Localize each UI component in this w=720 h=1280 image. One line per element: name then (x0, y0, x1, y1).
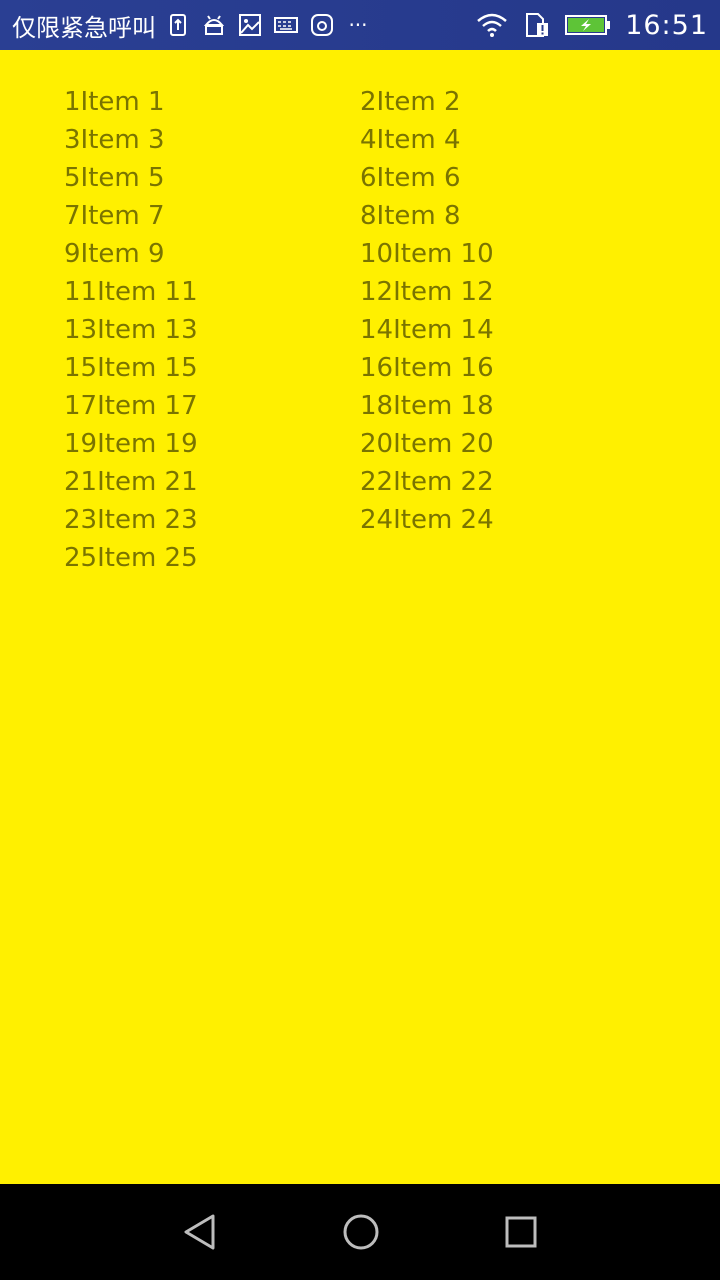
app-icon (310, 13, 334, 37)
carrier-label: 仅限紧急呼叫 (12, 13, 156, 42)
list-item[interactable]: 18Item 18 (360, 389, 656, 427)
sim-alert-icon (523, 13, 551, 37)
clock: 16:51 (625, 9, 708, 41)
list-item[interactable]: 24Item 24 (360, 503, 656, 541)
list-item[interactable]: 5Item 5 (64, 161, 360, 199)
navigation-bar (0, 1184, 720, 1280)
list-item[interactable]: 23Item 23 (64, 503, 360, 541)
wifi-icon (475, 13, 509, 37)
list-item[interactable]: 12Item 12 (360, 275, 656, 313)
back-triangle-icon (184, 1214, 215, 1250)
list-item[interactable]: 2Item 2 (360, 85, 656, 123)
list-item[interactable]: 9Item 9 (64, 237, 360, 275)
notification-icons: ··· (166, 13, 370, 37)
recent-square-icon (505, 1216, 537, 1248)
list-item[interactable]: 22Item 22 (360, 465, 656, 503)
list-item[interactable]: 15Item 15 (64, 351, 360, 389)
battery-charging-icon (565, 13, 611, 37)
home-circle-icon (343, 1214, 379, 1250)
item-grid: 1Item 1 2Item 2 3Item 3 4Item 4 5Item 5 6Item… (64, 85, 664, 579)
android-icon (202, 13, 226, 37)
list-item[interactable]: 19Item 19 (64, 427, 360, 465)
list-item[interactable]: 17Item 17 (64, 389, 360, 427)
list-item[interactable]: 1Item 1 (64, 85, 360, 123)
list-item[interactable]: 4Item 4 (360, 123, 656, 161)
list-item[interactable]: 16Item 16 (360, 351, 656, 389)
list-item[interactable]: 3Item 3 (64, 123, 360, 161)
recent-apps-button[interactable] (501, 1212, 541, 1252)
list-item[interactable]: 21Item 21 (64, 465, 360, 503)
list-item[interactable]: 8Item 8 (360, 199, 656, 237)
home-button[interactable] (341, 1212, 381, 1252)
sim-upload-icon (166, 13, 190, 37)
list-item[interactable]: 7Item 7 (64, 199, 360, 237)
image-icon (238, 13, 262, 37)
item-grid-screen: 1Item 1 2Item 2 3Item 3 4Item 4 5Item 5 6Item… (0, 50, 720, 1184)
list-item[interactable]: 14Item 14 (360, 313, 656, 351)
more-dots-icon: ··· (348, 13, 368, 37)
list-item[interactable]: 11Item 11 (64, 275, 360, 313)
system-icons: 16:51 (475, 10, 708, 41)
list-item[interactable]: 6Item 6 (360, 161, 656, 199)
list-item[interactable]: 25Item 25 (64, 541, 360, 579)
back-button[interactable] (180, 1212, 220, 1252)
status-bar: 仅限紧急呼叫 ··· 16:51 (0, 0, 720, 50)
list-item[interactable]: 20Item 20 (360, 427, 656, 465)
keyboard-icon (274, 13, 298, 37)
list-item[interactable]: 13Item 13 (64, 313, 360, 351)
list-item[interactable]: 10Item 10 (360, 237, 656, 275)
